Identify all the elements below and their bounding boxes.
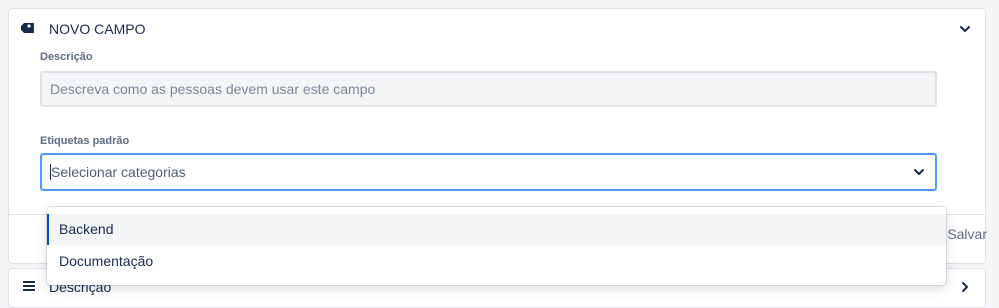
dropdown-option-documentacao[interactable]: Documentação xyxy=(47,246,946,277)
dropdown-option-backend[interactable]: Backend xyxy=(47,214,946,245)
default-tags-select[interactable]: Selecionar categorias xyxy=(40,153,937,191)
tags-dropdown-menu: Backend Documentação xyxy=(47,207,946,285)
description-label: Descrição xyxy=(40,51,93,63)
chevron-down-icon[interactable] xyxy=(957,21,973,37)
default-tags-placeholder: Selecionar categorias xyxy=(51,164,186,180)
description-input[interactable] xyxy=(40,71,937,107)
field-card-title: NOVO CAMPO xyxy=(49,21,146,37)
save-button[interactable]: Salvar xyxy=(947,226,987,242)
chevron-right-icon[interactable] xyxy=(957,279,973,295)
menu-lines-icon xyxy=(21,278,37,294)
default-tags-label: Etiquetas padrão xyxy=(40,135,130,147)
chevron-down-icon[interactable] xyxy=(911,164,927,180)
tag-icon xyxy=(20,20,37,36)
